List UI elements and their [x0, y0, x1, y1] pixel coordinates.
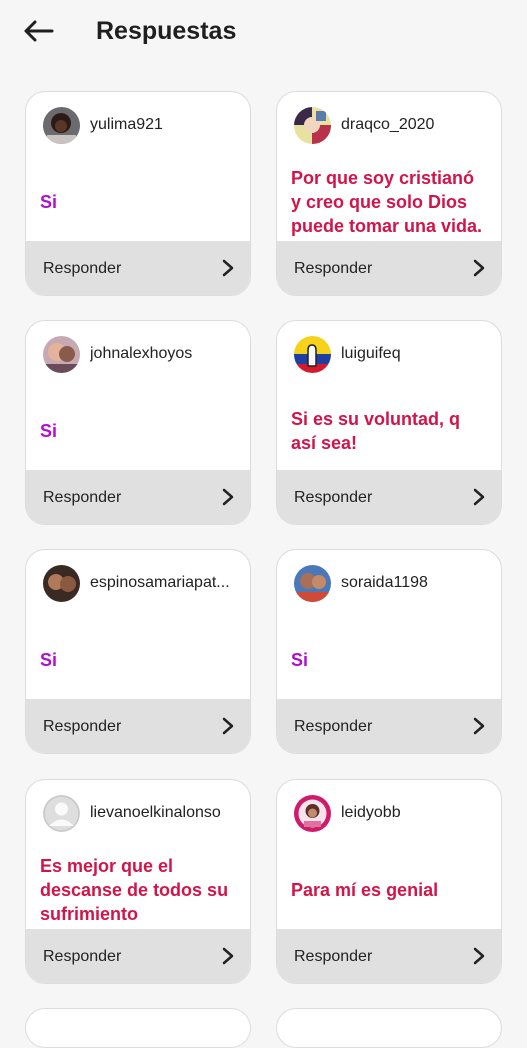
avatar[interactable]	[294, 107, 331, 144]
reply-button[interactable]: Responder	[26, 241, 250, 295]
answer-text-value: Si	[40, 421, 58, 441]
answer-card: yulima921 Si Responder	[25, 91, 251, 296]
username[interactable]: draqco_2020	[341, 115, 487, 135]
chevron-right-icon	[222, 717, 234, 735]
reply-button[interactable]: Responder	[26, 929, 250, 983]
reply-button[interactable]: Responder	[277, 699, 501, 753]
avatar[interactable]	[43, 565, 80, 602]
username[interactable]: yulima921	[90, 115, 236, 135]
username[interactable]: espinosamariapat...	[90, 573, 236, 593]
reply-label: Responder	[43, 260, 122, 277]
answer-text-value: Para mí es genial	[291, 880, 439, 900]
avatar[interactable]	[294, 795, 331, 832]
answer-text-value: Es mejor que el descanse de todos su suf…	[40, 856, 229, 924]
answer-text-value: Por que soy cristianó y creo que solo Di…	[291, 168, 483, 236]
answer-text-value: Si	[40, 650, 58, 670]
card-header: johnalexhoyos	[26, 321, 250, 391]
reply-button[interactable]: Responder	[277, 470, 501, 524]
avatar[interactable]	[43, 795, 80, 832]
reply-label: Responder	[294, 718, 373, 735]
reply-button[interactable]: Responder	[26, 470, 250, 524]
answer-card-partial[interactable]	[25, 1008, 251, 1048]
answer-card: lievanoelkinalonso Es mejor que el desca…	[25, 779, 251, 984]
card-header: soraida1198	[277, 550, 501, 620]
answer-card-partial[interactable]	[276, 1008, 502, 1048]
reply-label: Responder	[294, 948, 373, 965]
answer-text: Es mejor que el descanse de todos su suf…	[40, 850, 238, 930]
answer-card: leidyobb Para mí es genial Responder	[276, 779, 502, 984]
card-header: lievanoelkinalonso	[26, 780, 250, 850]
username[interactable]: leidyobb	[341, 803, 487, 823]
avatar[interactable]	[294, 565, 331, 602]
username[interactable]: lievanoelkinalonso	[90, 803, 236, 823]
avatar[interactable]	[294, 336, 331, 373]
card-header: leidyobb	[277, 780, 501, 850]
reply-button[interactable]: Responder	[26, 699, 250, 753]
answer-card: johnalexhoyos Si Responder	[25, 320, 251, 525]
card-header: yulima921	[26, 92, 250, 162]
answer-text: Para mí es genial	[291, 850, 489, 930]
reply-label: Responder	[294, 489, 373, 506]
answer-text-value: Si	[40, 192, 58, 212]
answer-text: Si	[40, 391, 238, 471]
chevron-right-icon	[473, 488, 485, 506]
reply-label: Responder	[43, 718, 122, 735]
answer-card: soraida1198 Si Responder	[276, 549, 502, 754]
answer-text: Si	[40, 620, 238, 700]
answer-card: luiguifeq Si es su voluntad, q así sea! …	[276, 320, 502, 525]
reply-label: Responder	[43, 489, 122, 506]
reply-label: Responder	[294, 260, 373, 277]
chevron-right-icon	[222, 259, 234, 277]
card-header: luiguifeq	[277, 321, 501, 391]
username[interactable]: johnalexhoyos	[90, 344, 236, 364]
answer-text: Si es su voluntad, q así sea!	[291, 391, 489, 471]
answers-grid: yulima921 Si Responder draqco_2020 Por q…	[0, 0, 527, 1048]
chevron-right-icon	[222, 947, 234, 965]
chevron-right-icon	[473, 947, 485, 965]
chevron-right-icon	[222, 488, 234, 506]
avatar[interactable]	[43, 336, 80, 373]
reply-button[interactable]: Responder	[277, 241, 501, 295]
card-header: espinosamariapat...	[26, 550, 250, 620]
answer-text: Por que soy cristianó y creo que solo Di…	[291, 162, 489, 242]
answer-text-value: Si es su voluntad, q así sea!	[291, 409, 461, 453]
chevron-right-icon	[473, 259, 485, 277]
answer-text-value: Si	[291, 650, 309, 670]
reply-label: Responder	[43, 948, 122, 965]
chevron-right-icon	[473, 717, 485, 735]
card-header: draqco_2020	[277, 92, 501, 162]
answer-text: Si	[40, 162, 238, 242]
avatar[interactable]	[43, 107, 80, 144]
username[interactable]: soraida1198	[341, 573, 487, 593]
reply-button[interactable]: Responder	[277, 929, 501, 983]
answer-card: espinosamariapat... Si Responder	[25, 549, 251, 754]
answer-text: Si	[291, 620, 489, 700]
answer-card: draqco_2020 Por que soy cristianó y creo…	[276, 91, 502, 296]
username[interactable]: luiguifeq	[341, 344, 487, 364]
